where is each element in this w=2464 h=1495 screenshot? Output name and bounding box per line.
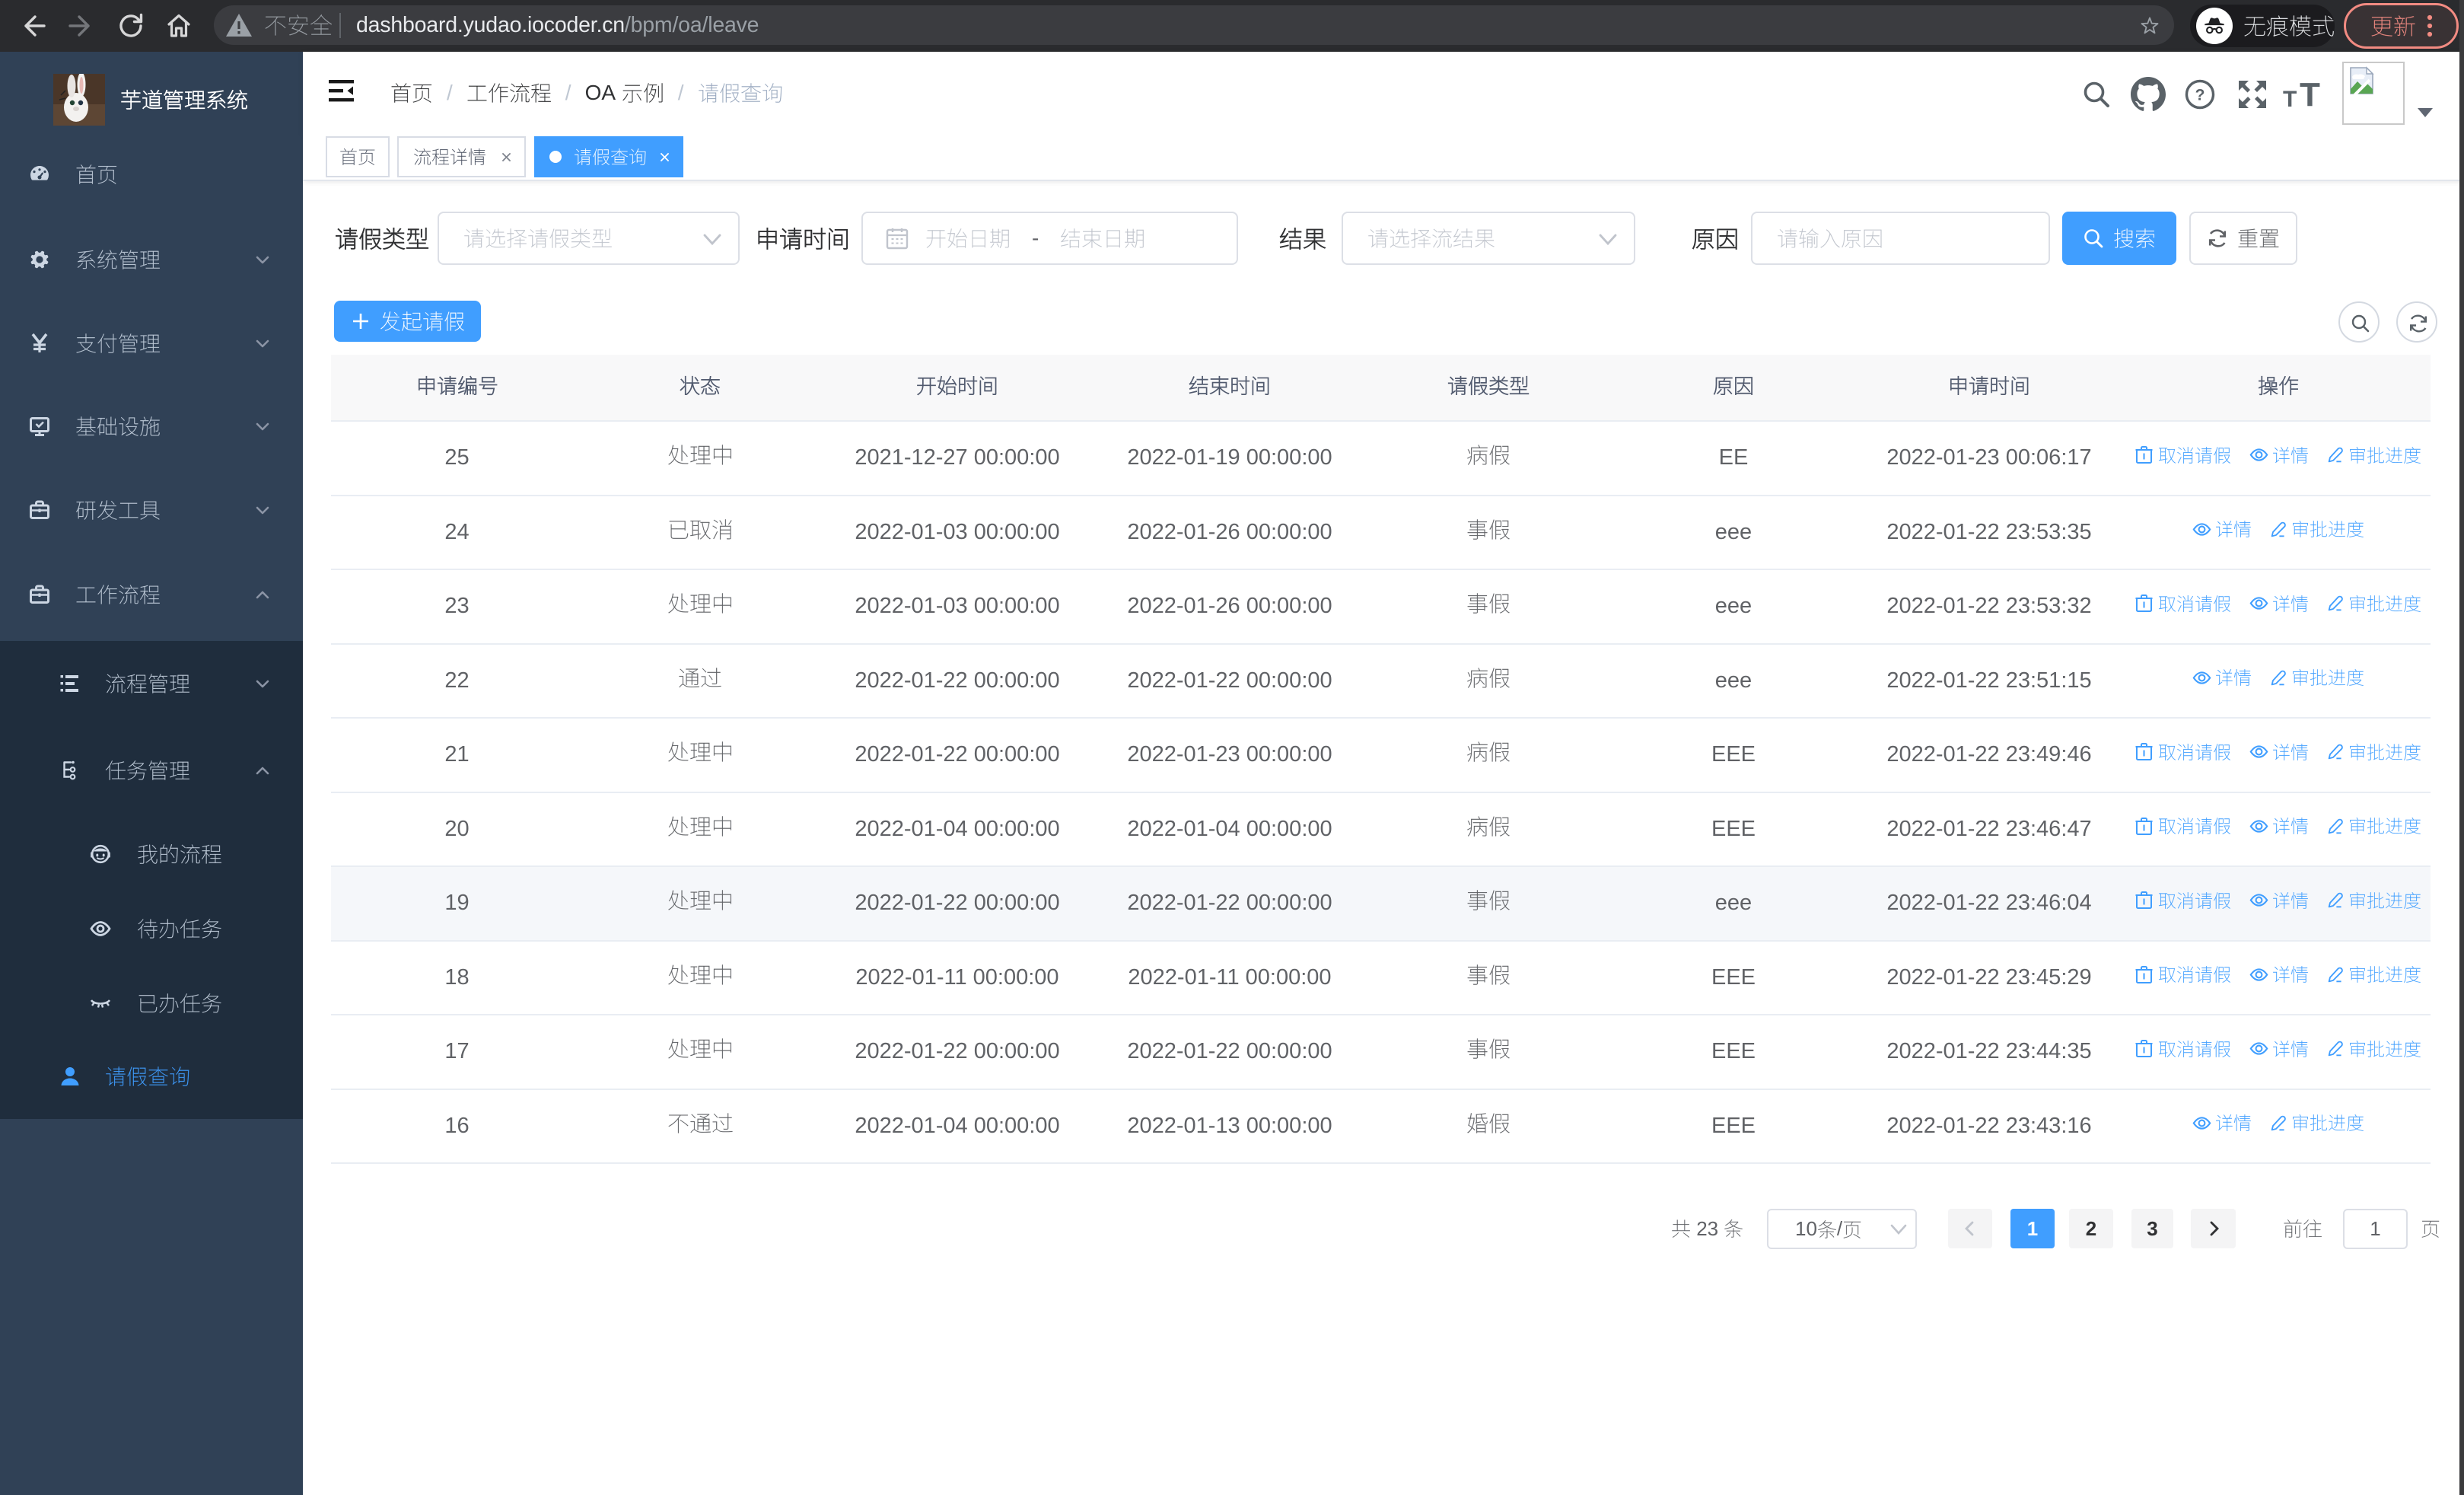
svg-text:?: ? [2195,87,2205,104]
